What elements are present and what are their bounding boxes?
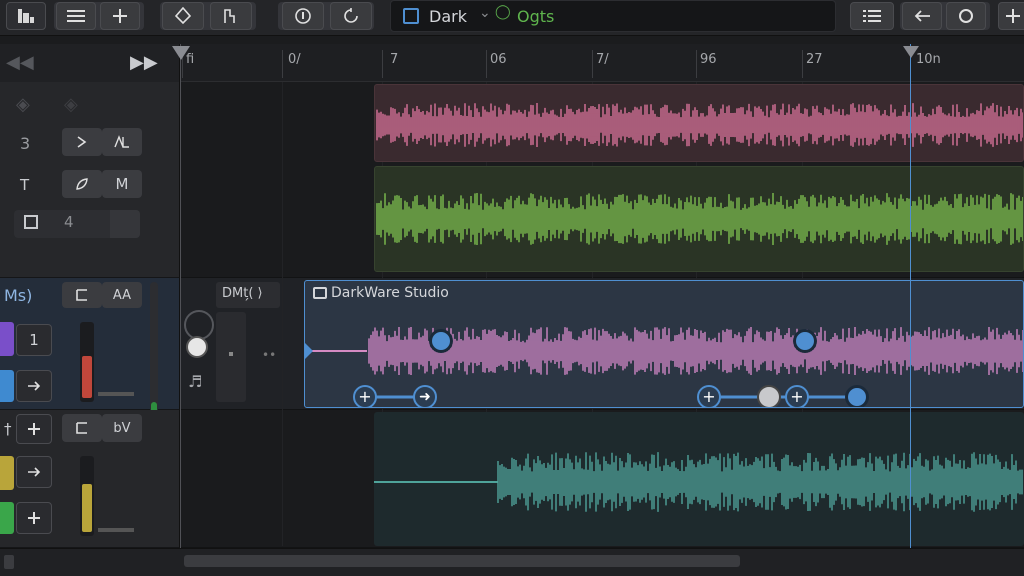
track-header-group: ◈ ◈ 3 T M 4 — [0, 82, 180, 278]
logo-icon[interactable] — [6, 2, 46, 30]
diamond-icon: ◈ — [64, 94, 78, 115]
automation-lane[interactable] — [305, 281, 1024, 408]
input-button[interactable] — [102, 128, 142, 156]
arrow-node-icon[interactable]: ➜ — [413, 385, 437, 407]
link-button[interactable] — [62, 414, 102, 442]
color-tab — [0, 456, 14, 490]
circle-icon[interactable] — [946, 2, 986, 30]
ruler-tick: 27 — [806, 52, 823, 67]
waveform-green — [376, 193, 1023, 245]
automation-node[interactable] — [429, 329, 453, 353]
ruler-tick: 0/ — [288, 52, 301, 67]
checkbox[interactable] — [24, 215, 38, 229]
track-type-label: T — [20, 176, 30, 194]
knob-handle[interactable] — [186, 336, 208, 358]
bypass-button[interactable]: bV — [102, 414, 142, 442]
automation-node[interactable] — [845, 385, 869, 407]
menu-icon[interactable] — [56, 2, 96, 30]
route-button[interactable] — [16, 456, 52, 488]
fader[interactable] — [98, 392, 134, 396]
timeline-ruler[interactable]: fi 0/ 7 06 7/ 96 27 10n — [180, 44, 1024, 82]
add-insert-button[interactable] — [16, 414, 52, 444]
meter-fill — [82, 356, 92, 398]
mute-button[interactable]: M — [102, 170, 142, 198]
add-node-icon[interactable]: + — [785, 385, 809, 407]
audio-clip-teal[interactable] — [374, 412, 1024, 546]
note-icon: ♬ — [188, 372, 203, 391]
ruler-tick: 96 — [700, 52, 717, 67]
tag-icon: ◯ — [495, 4, 511, 20]
track-slot: 4 — [14, 210, 140, 238]
split-button[interactable] — [16, 502, 52, 534]
link-button[interactable] — [62, 282, 102, 308]
automation-node[interactable] — [793, 329, 817, 353]
track-name-label: Ms) — [4, 286, 33, 305]
automation-button[interactable]: AA — [102, 282, 142, 308]
mode-icon — [403, 8, 419, 24]
ruler-tick: 7/ — [596, 52, 609, 67]
list-icon[interactable] — [850, 2, 894, 30]
ruler-transport: ◀◀ ▶▶ — [0, 44, 180, 82]
horizontal-scrollbar[interactable] — [0, 548, 1024, 576]
channel-number-button[interactable]: 1 — [16, 324, 52, 356]
ruler-tick: 10n — [916, 52, 941, 67]
diamond-icon: ◈ — [16, 94, 30, 115]
locator-marker[interactable] — [172, 46, 190, 60]
locator-line — [180, 44, 181, 548]
ruler-tick: 7 — [390, 52, 399, 67]
scroll-left[interactable] — [4, 555, 14, 569]
audio-clip-green[interactable] — [374, 166, 1024, 272]
pan-button[interactable] — [62, 128, 102, 156]
tool-icon[interactable] — [210, 2, 252, 30]
ruler-tick: 06 — [490, 52, 507, 67]
waveform-pink — [376, 103, 1023, 147]
plus-icon[interactable] — [998, 2, 1024, 30]
project-tag-label: Ogts — [517, 7, 555, 26]
route-button[interactable] — [16, 370, 52, 402]
pen-icon[interactable] — [162, 2, 204, 30]
toolbar: Dark ⌄ ◯ Ogts — [0, 0, 1024, 36]
dots-icon: •• — [262, 348, 277, 362]
rewind-icon[interactable]: ◀◀ — [6, 52, 34, 73]
color-tab — [0, 322, 14, 356]
track-number: 3 — [20, 134, 31, 153]
slot-arrow-icon[interactable] — [110, 210, 140, 238]
edit-button[interactable] — [62, 170, 102, 198]
plugin-label: DMt̗( ⟩ — [222, 286, 263, 301]
add-node-icon[interactable]: + — [353, 385, 377, 407]
add-node-icon[interactable]: + — [697, 385, 721, 407]
selected-track-header[interactable]: Ms) AA 1 — [0, 278, 180, 488]
record-icon[interactable] — [282, 2, 324, 30]
fader[interactable] — [98, 528, 134, 532]
project-selector[interactable]: Dark ⌄ ◯ Ogts — [390, 0, 836, 32]
loop-icon[interactable] — [330, 2, 372, 30]
plugin-fader[interactable] — [216, 312, 246, 402]
plugin-label-box[interactable]: DMt̗( ⟩ — [216, 282, 280, 308]
level-meter — [80, 322, 94, 402]
color-tab — [0, 502, 14, 534]
playhead-line — [910, 44, 911, 548]
scroll-thumb[interactable] — [184, 555, 740, 567]
insert-icon: † — [4, 420, 12, 438]
track-header[interactable]: † bV — [0, 410, 180, 548]
project-mode-label: Dark — [429, 7, 467, 26]
audio-clip-pink[interactable] — [374, 84, 1024, 162]
level-meter — [80, 456, 94, 536]
audio-clip-selected[interactable]: DarkWare Studio + ➜ + + — [304, 280, 1024, 408]
waveform-teal — [374, 452, 1023, 512]
playhead-marker[interactable] — [903, 46, 919, 58]
back-icon[interactable] — [902, 2, 942, 30]
track-count: 4 — [64, 213, 74, 231]
add-icon[interactable] — [100, 2, 140, 30]
chevron-down-icon: ⌄ — [479, 5, 491, 21]
color-tab — [0, 370, 14, 402]
forward-icon[interactable]: ▶▶ — [130, 52, 158, 73]
meter-fill — [82, 484, 92, 532]
automation-handle[interactable] — [757, 385, 781, 407]
